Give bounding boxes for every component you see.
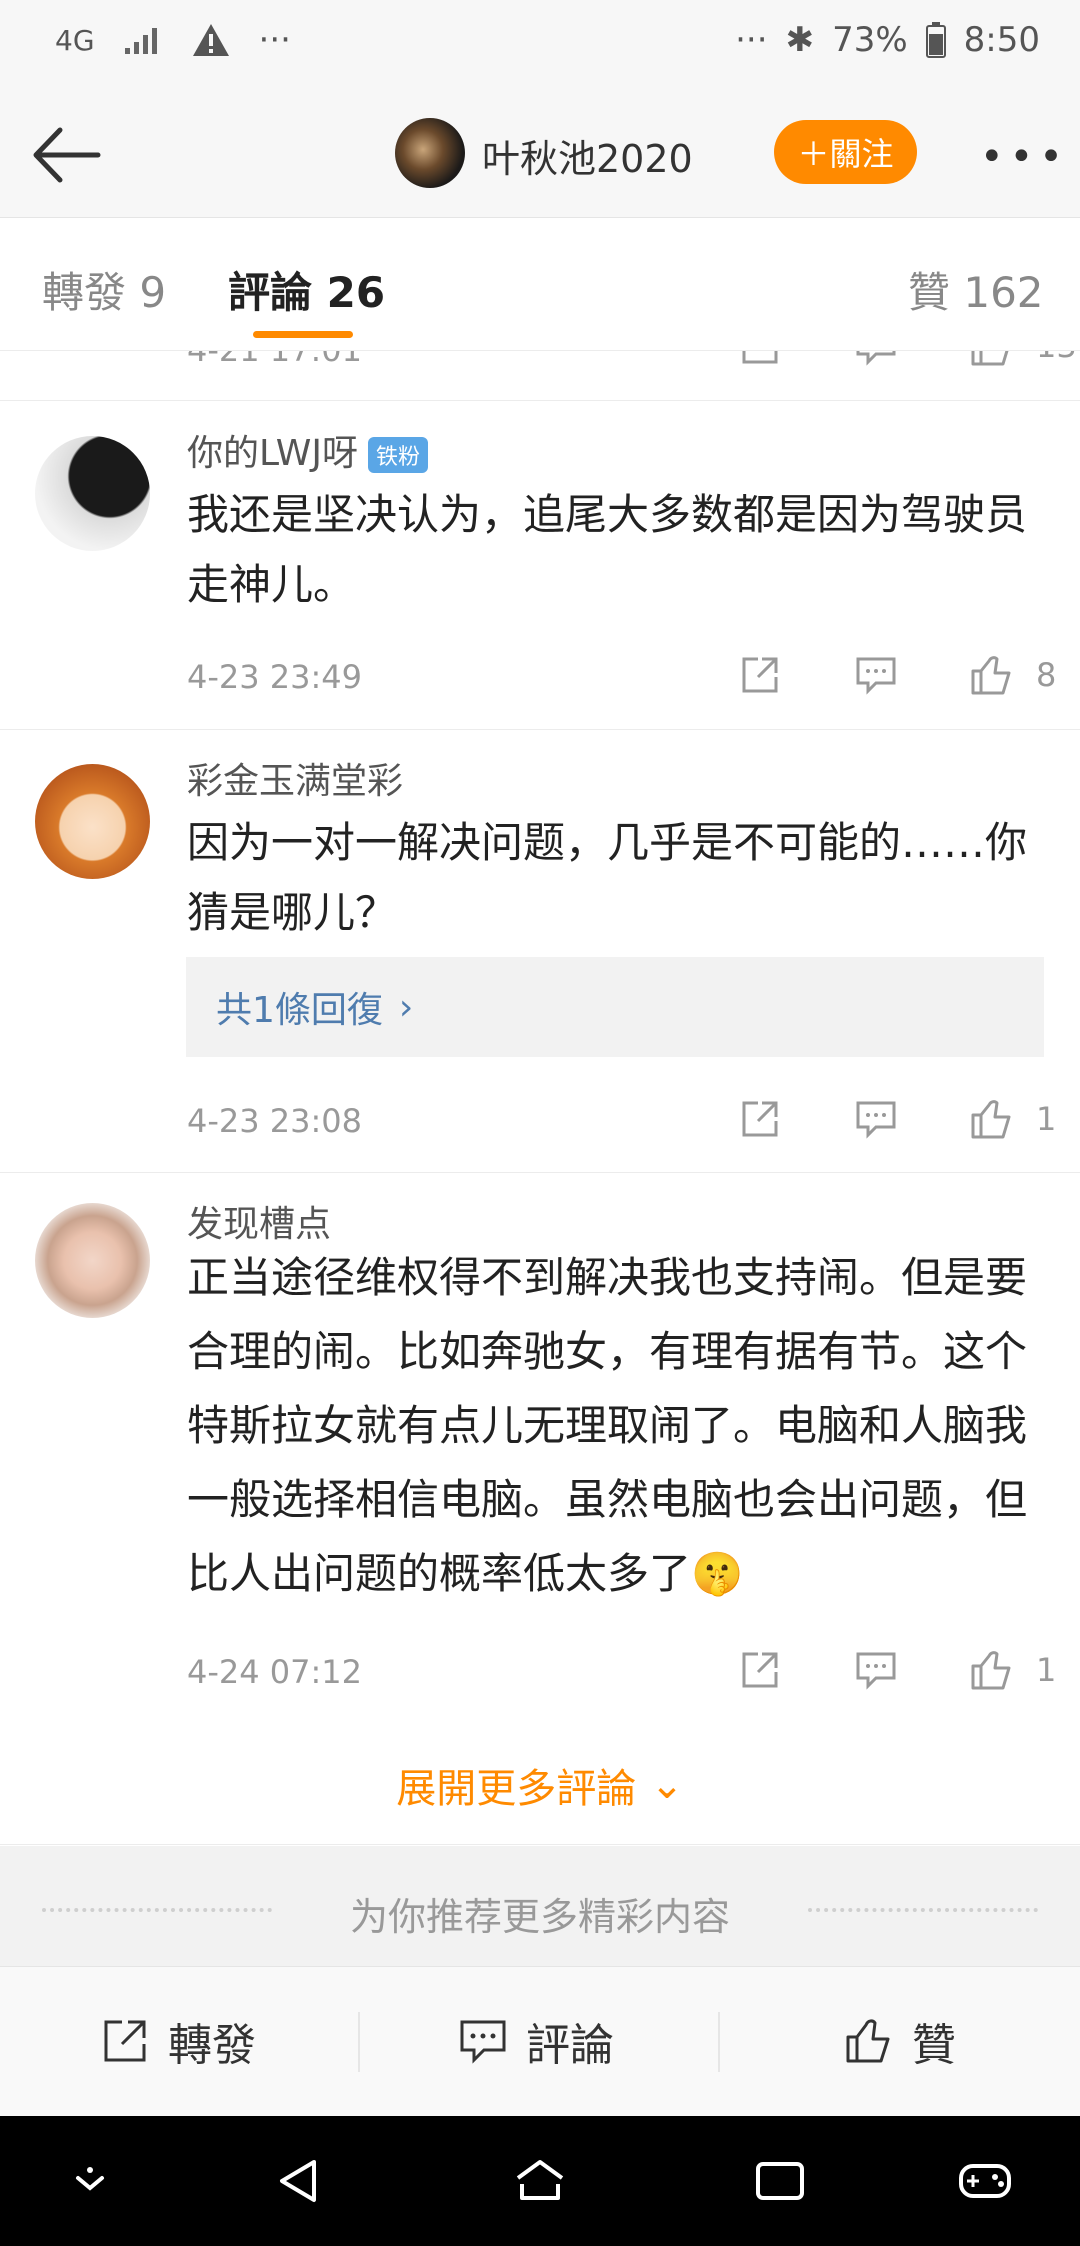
like-icon[interactable] bbox=[962, 1645, 1022, 1695]
divider bbox=[358, 2012, 360, 2072]
tab-likes[interactable]: 贊 162 bbox=[908, 259, 1044, 320]
comment-time: 4-23 23:08 bbox=[187, 1102, 363, 1140]
status-bar: 4G ··· ··· ✱ 73% 8:50 bbox=[0, 0, 1080, 90]
reply-icon[interactable] bbox=[846, 351, 906, 371]
recent-apps-icon[interactable] bbox=[750, 2156, 810, 2206]
more-options-icon[interactable]: ••• bbox=[980, 134, 1069, 180]
like-count: 8 bbox=[1036, 656, 1057, 694]
comment-partial: 4-21 17:01 13 bbox=[0, 351, 1080, 401]
user-avatar[interactable] bbox=[35, 764, 150, 879]
fan-badge: 铁粉 bbox=[367, 437, 428, 473]
thumbs-up-icon bbox=[846, 2019, 890, 2063]
recommend-divider: 为你推荐更多精彩内容 bbox=[0, 1846, 1080, 1966]
like-icon[interactable] bbox=[962, 650, 1022, 700]
author-avatar[interactable] bbox=[395, 118, 465, 188]
share-icon bbox=[104, 2020, 146, 2062]
tab-repost[interactable]: 轉發 9 bbox=[42, 259, 166, 320]
reply-icon[interactable] bbox=[846, 1094, 906, 1144]
user-name[interactable]: 你的LWJ呀 铁粉 bbox=[187, 424, 428, 476]
like-icon[interactable] bbox=[962, 1094, 1022, 1144]
expand-more-comments[interactable]: 展開更多評論 ⌄ bbox=[0, 1725, 1080, 1845]
comment-item: 发现槽点 正当途径维权得不到解决我也支持闹。但是要合理的闹。比如奔驰女，有理有据… bbox=[0, 1173, 1080, 1728]
back-arrow-icon[interactable] bbox=[28, 120, 108, 190]
comment-time: 4-24 07:12 bbox=[187, 1653, 363, 1691]
clock: 8:50 bbox=[963, 20, 1040, 60]
chevron-down-icon: ⌄ bbox=[650, 1761, 684, 1808]
like-count: 13 bbox=[1036, 351, 1077, 365]
recommend-label: 为你推荐更多精彩内容 bbox=[349, 1895, 730, 1939]
like-icon[interactable] bbox=[962, 351, 1022, 371]
battery-icon bbox=[925, 22, 946, 58]
tab-comments[interactable]: 評論 26 bbox=[228, 259, 385, 320]
bluetooth-icon: ✱ bbox=[785, 20, 815, 60]
user-avatar[interactable] bbox=[35, 1203, 150, 1318]
system-navigation-bar bbox=[0, 2116, 1080, 2246]
battery-percent: 73% bbox=[832, 20, 908, 60]
game-controller-icon[interactable] bbox=[955, 2156, 1015, 2206]
like-count: 1 bbox=[1036, 1651, 1057, 1689]
comment-item: 彩金玉满堂彩 因为一对一解决问题，几乎是不可能的……你猜是哪儿？ 共1條回復 ›… bbox=[0, 730, 1080, 1173]
active-tab-indicator bbox=[253, 331, 353, 338]
comment-text: 正当途径维权得不到解决我也支持闹。但是要合理的闹。比如奔驰女，有理有据有节。这个… bbox=[187, 1253, 1028, 1598]
comment-time: 4-21 17:01 bbox=[187, 351, 362, 369]
share-icon[interactable] bbox=[730, 1094, 790, 1144]
back-icon[interactable] bbox=[270, 2156, 330, 2206]
comment-item: 你的LWJ呀 铁粉 我还是坚决认为，追尾大多数都是因为驾驶员走神儿。 4-23 2… bbox=[0, 402, 1080, 730]
share-icon[interactable] bbox=[730, 650, 790, 700]
chevron-right-icon: › bbox=[398, 986, 414, 1028]
comment-time: 4-23 23:49 bbox=[187, 658, 363, 696]
user-name[interactable]: 发现槽点 bbox=[187, 1195, 331, 1247]
follow-button[interactable]: ＋關注 bbox=[774, 120, 917, 184]
bottom-action-bar: 轉發 評論 贊 bbox=[0, 1966, 1080, 2116]
comment-button[interactable]: 評論 bbox=[458, 2009, 614, 2073]
top-bar: 叶秋池2020 ＋關注 ••• bbox=[0, 90, 1080, 218]
reply-icon[interactable] bbox=[846, 1645, 906, 1695]
warning-icon bbox=[192, 24, 229, 56]
like-button[interactable]: 贊 bbox=[844, 2009, 956, 2073]
chevron-down-icon[interactable] bbox=[60, 2156, 120, 2206]
like-count: 1 bbox=[1036, 1100, 1057, 1138]
reply-icon[interactable] bbox=[846, 650, 906, 700]
signal-icon bbox=[124, 28, 157, 54]
share-icon[interactable] bbox=[730, 351, 790, 371]
user-avatar[interactable] bbox=[35, 436, 150, 551]
notification-dots-right: ··· bbox=[735, 20, 768, 60]
dotted-divider bbox=[808, 1908, 1038, 1912]
share-icon[interactable] bbox=[730, 1645, 790, 1695]
tab-bar: 轉發 9 評論 26 贊 162 bbox=[0, 219, 1080, 351]
author-name[interactable]: 叶秋池2020 bbox=[482, 128, 693, 183]
user-name[interactable]: 彩金玉满堂彩 bbox=[187, 752, 403, 804]
home-icon[interactable] bbox=[510, 2156, 570, 2206]
comment-icon bbox=[460, 2020, 506, 2064]
repost-button[interactable]: 轉發 bbox=[100, 2009, 256, 2073]
comment-text: 我还是坚决认为，追尾大多数都是因为驾驶员走神儿。 bbox=[187, 490, 1028, 609]
notification-dots: ··· bbox=[258, 20, 291, 60]
replies-link[interactable]: 共1條回復 › bbox=[186, 957, 1044, 1057]
network-indicator: 4G bbox=[55, 23, 95, 57]
comment-text: 因为一对一解决问题，几乎是不可能的……你猜是哪儿？ bbox=[187, 818, 1028, 937]
comment-list[interactable]: 4-21 17:01 13 你的LWJ呀铁粉 我还是坚决认为，追尾大多数都是因为… bbox=[0, 351, 1080, 1844]
divider bbox=[718, 2012, 720, 2072]
